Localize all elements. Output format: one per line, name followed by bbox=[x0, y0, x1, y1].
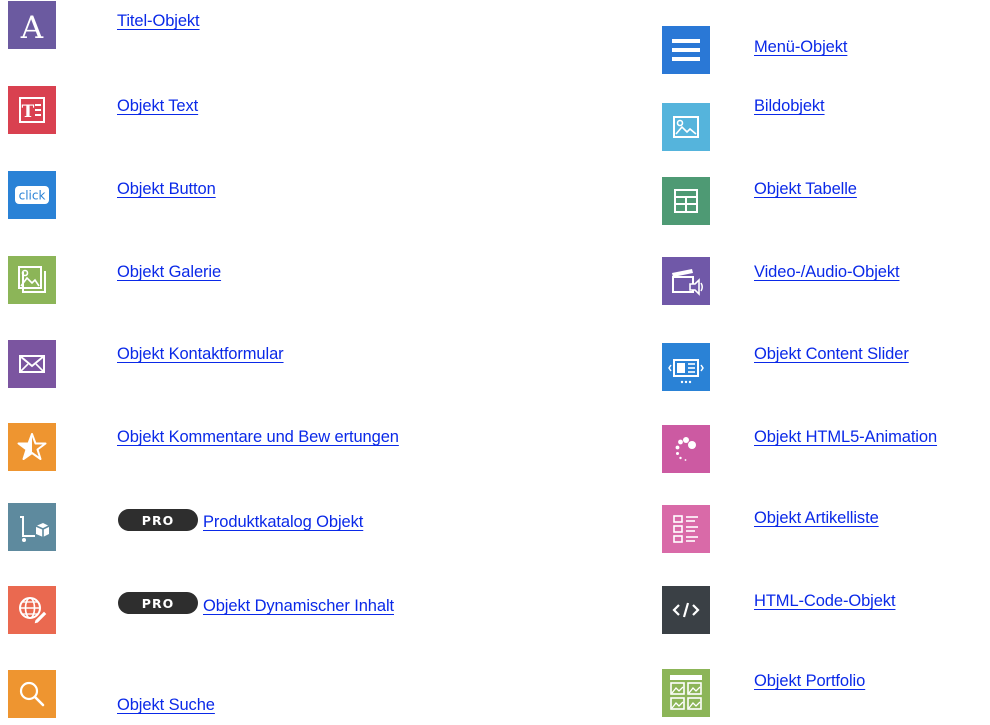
table-object-link[interactable]: Objekt Tabelle bbox=[754, 180, 857, 199]
code-icon bbox=[662, 586, 710, 634]
table-icon bbox=[662, 177, 710, 225]
video-audio-icon bbox=[662, 257, 710, 305]
image-icon bbox=[662, 103, 710, 151]
pro-badge: PRO bbox=[118, 592, 198, 614]
pro-badge: PRO bbox=[118, 509, 198, 531]
video-audio-object-link[interactable]: Video-/Audio-Objekt bbox=[754, 263, 900, 282]
cart-icon bbox=[8, 503, 56, 551]
animation-icon bbox=[662, 425, 710, 473]
dynamic-content-object-link[interactable]: Objekt Dynamischer Inhalt bbox=[203, 597, 394, 616]
portfolio-icon bbox=[662, 669, 710, 717]
gallery-object-link[interactable]: Objekt Galerie bbox=[117, 263, 221, 282]
search-object-link[interactable]: Objekt Suche bbox=[117, 696, 215, 715]
html5-animation-object-link[interactable]: Objekt HTML5-Animation bbox=[754, 428, 937, 447]
text-object-link[interactable]: Objekt Text bbox=[117, 97, 198, 116]
menu-icon bbox=[662, 26, 710, 74]
image-object-link[interactable]: Bildobjekt bbox=[754, 97, 825, 116]
star-icon bbox=[8, 423, 56, 471]
article-list-icon bbox=[662, 505, 710, 553]
search-icon bbox=[8, 670, 56, 718]
click-icon: click bbox=[8, 171, 56, 219]
title-icon: A bbox=[8, 1, 56, 49]
html-code-object-link[interactable]: HTML-Code-Objekt bbox=[754, 592, 896, 611]
envelope-icon bbox=[8, 340, 56, 388]
menu-object-link[interactable]: Menü-Objekt bbox=[754, 38, 847, 57]
product-catalog-object-link[interactable]: Produktkatalog Objekt bbox=[203, 513, 363, 532]
svg-text:click: click bbox=[19, 189, 46, 203]
comments-object-link[interactable]: Objekt Kommentare und Bew ertungen bbox=[117, 428, 399, 447]
button-object-link[interactable]: Objekt Button bbox=[117, 180, 216, 199]
slider-icon bbox=[662, 343, 710, 391]
contact-form-object-link[interactable]: Objekt Kontaktformular bbox=[117, 345, 284, 364]
gallery-icon bbox=[8, 256, 56, 304]
portfolio-object-link[interactable]: Objekt Portfolio bbox=[754, 672, 865, 691]
svg-text:A: A bbox=[20, 10, 44, 46]
svg-text:T: T bbox=[22, 102, 35, 122]
content-slider-object-link[interactable]: Objekt Content Slider bbox=[754, 345, 909, 364]
globe-pencil-icon bbox=[8, 586, 56, 634]
title-object-link[interactable]: Titel-Objekt bbox=[117, 12, 200, 31]
article-list-object-link[interactable]: Objekt Artikelliste bbox=[754, 509, 879, 528]
text-icon: T bbox=[8, 86, 56, 134]
